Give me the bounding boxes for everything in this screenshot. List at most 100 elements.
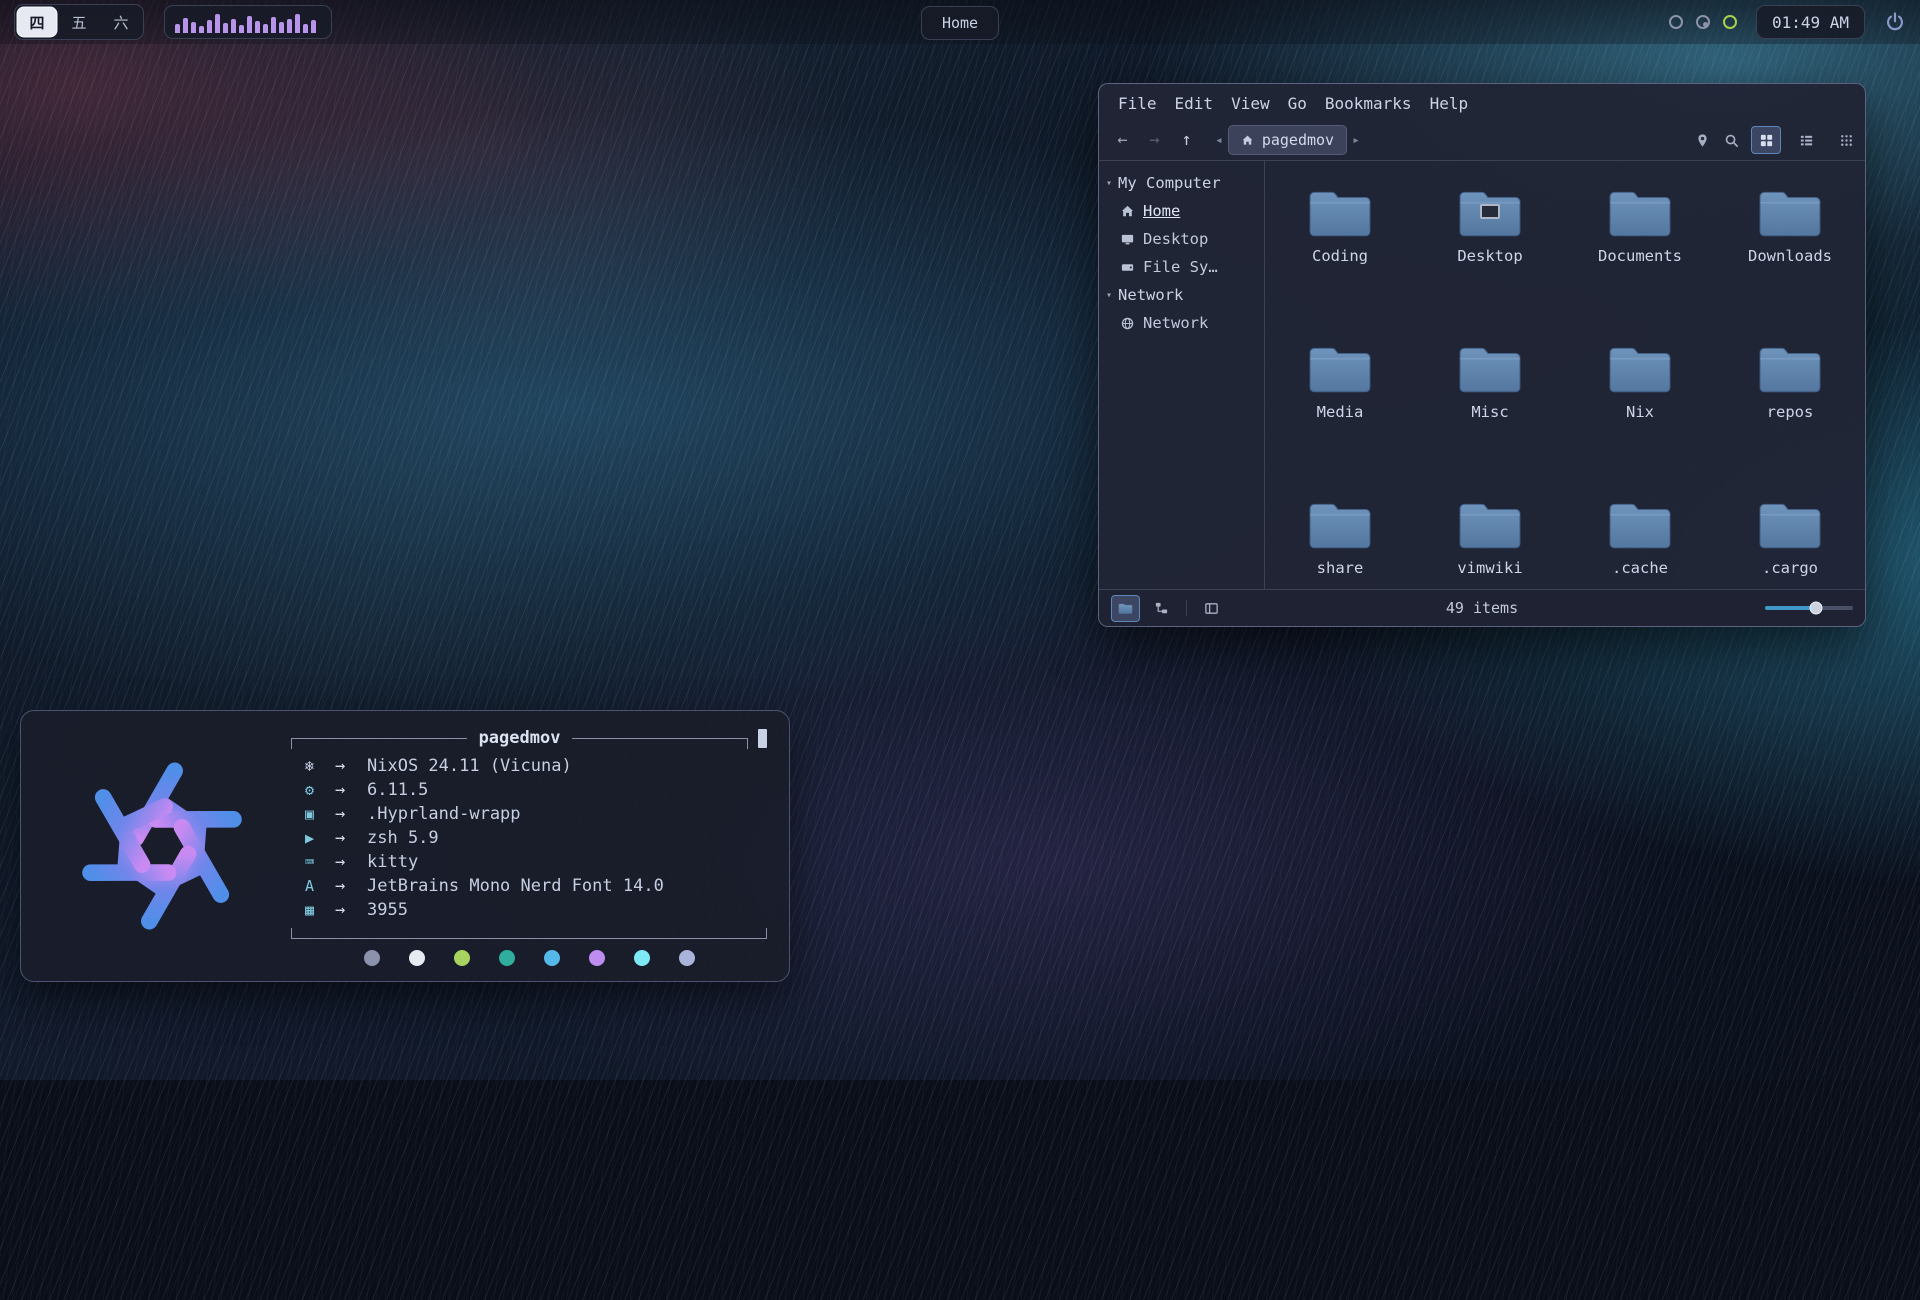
palette-dot bbox=[499, 950, 515, 966]
folder-icon bbox=[1757, 187, 1823, 239]
workspace-button[interactable]: 五 bbox=[60, 8, 98, 36]
apps-grid-icon[interactable] bbox=[1837, 131, 1855, 149]
folder-repos[interactable]: repos bbox=[1715, 331, 1865, 487]
fetch-value: JetBrains Mono Nerd Font 14.0 bbox=[367, 876, 664, 896]
menu-item-view[interactable]: View bbox=[1222, 92, 1279, 115]
folder-icon bbox=[1457, 499, 1523, 551]
status-separator bbox=[1186, 600, 1187, 616]
folder-label: vimwiki bbox=[1457, 559, 1522, 577]
sidebar-section-my-computer[interactable]: ▾My Computer bbox=[1099, 169, 1264, 197]
menu-item-help[interactable]: Help bbox=[1421, 92, 1478, 115]
folder-downloads[interactable]: Downloads bbox=[1715, 175, 1865, 331]
visualizer-bar bbox=[231, 19, 236, 33]
file-grid: Coding DesktopDocumentsDownloads Media Misc… bbox=[1265, 161, 1865, 589]
show-folders-button[interactable] bbox=[1111, 595, 1140, 622]
toolbar: ← → ↑ ◂ pagedmov ▸ bbox=[1099, 120, 1865, 160]
folder-label: Coding bbox=[1312, 247, 1368, 265]
menu-item-go[interactable]: Go bbox=[1279, 92, 1316, 115]
list-view-button[interactable] bbox=[1792, 127, 1820, 153]
drive-icon bbox=[1120, 260, 1135, 275]
arrow-icon: → bbox=[331, 780, 367, 800]
globe-icon bbox=[1120, 316, 1135, 331]
workspace-button[interactable]: 六 bbox=[102, 8, 140, 36]
fetch-line: ▦→3955 bbox=[305, 898, 767, 922]
box-corner bbox=[291, 928, 300, 939]
tray-circle-icon[interactable] bbox=[1669, 15, 1683, 29]
fetch-value: 3955 bbox=[367, 900, 408, 920]
icon-view-button[interactable] bbox=[1751, 126, 1781, 154]
status-bar: 49 items bbox=[1099, 589, 1865, 626]
menu-item-edit[interactable]: Edit bbox=[1166, 92, 1223, 115]
zoom-slider[interactable] bbox=[1765, 590, 1853, 626]
fetch-value: 6.11.5 bbox=[367, 780, 428, 800]
power-icon[interactable] bbox=[1884, 11, 1906, 33]
font-icon: A bbox=[305, 877, 331, 895]
fetch-value: NixOS 24.11 (Vicuna) bbox=[367, 756, 572, 776]
folder-label: Misc bbox=[1471, 403, 1508, 421]
home-icon bbox=[1120, 204, 1135, 219]
arrow-icon: → bbox=[331, 804, 367, 824]
fetch-line: ❄→NixOS 24.11 (Vicuna) bbox=[305, 754, 767, 778]
active-window-title: Home bbox=[921, 6, 999, 40]
palette-dot bbox=[454, 950, 470, 966]
fetch-value: .Hyprland-wrapp bbox=[367, 804, 521, 824]
fetch-line: ⌨→kitty bbox=[305, 850, 767, 874]
zoom-slider-track[interactable] bbox=[1765, 606, 1853, 610]
fetch-bottom-row bbox=[291, 925, 767, 939]
visualizer-bar bbox=[303, 24, 308, 33]
folder-icon bbox=[1307, 187, 1373, 239]
home-icon bbox=[1241, 134, 1254, 147]
visualizer-bar bbox=[183, 18, 188, 33]
fetch-output: pagedmov ❄→NixOS 24.11 (Vicuna)⚙→6.11.5▣… bbox=[281, 725, 767, 967]
folder-media[interactable]: Media bbox=[1265, 331, 1415, 487]
workspace-button[interactable]: 四 bbox=[18, 8, 56, 36]
kernel-icon: ⚙ bbox=[305, 781, 331, 799]
visualizer-bar bbox=[191, 22, 196, 33]
menu-item-file[interactable]: File bbox=[1109, 92, 1166, 115]
zoom-slider-handle[interactable] bbox=[1810, 602, 1823, 615]
folder-desktop[interactable]: Desktop bbox=[1415, 175, 1565, 331]
sidebar-item-label: Desktop bbox=[1143, 230, 1208, 248]
visualizer-bar bbox=[175, 24, 180, 33]
location-pin-icon[interactable] bbox=[1693, 131, 1711, 149]
search-icon[interactable] bbox=[1722, 131, 1740, 149]
sidebar-item-desktop[interactable]: Desktop bbox=[1099, 225, 1264, 253]
side-pane-toggle-button[interactable] bbox=[1198, 596, 1225, 621]
folder-icon bbox=[1757, 343, 1823, 395]
forward-button[interactable]: → bbox=[1141, 127, 1168, 153]
chevron-down-icon: ▾ bbox=[1106, 178, 1112, 189]
folder-nix[interactable]: Nix bbox=[1565, 331, 1715, 487]
palette-dot bbox=[634, 950, 650, 966]
tray-idle-icon[interactable] bbox=[1696, 15, 1710, 29]
folder-coding[interactable]: Coding bbox=[1265, 175, 1415, 331]
audio-visualizer bbox=[164, 5, 332, 39]
tray-status-icon[interactable] bbox=[1723, 15, 1737, 29]
folder-label: repos bbox=[1767, 403, 1814, 421]
back-button[interactable]: ← bbox=[1109, 127, 1136, 153]
folder-icon bbox=[1307, 499, 1373, 551]
packages-icon: ▦ bbox=[305, 901, 331, 919]
tree-view-button[interactable] bbox=[1148, 596, 1175, 621]
fetch-title-row: pagedmov bbox=[291, 727, 767, 751]
folder-label: .cargo bbox=[1762, 559, 1818, 577]
menu-item-bookmarks[interactable]: Bookmarks bbox=[1316, 92, 1421, 115]
breadcrumb-prev-icon[interactable]: ◂ bbox=[1213, 133, 1225, 148]
color-palette bbox=[291, 950, 767, 966]
folder-documents[interactable]: Documents bbox=[1565, 175, 1715, 331]
sidebar-item-network[interactable]: Network bbox=[1099, 309, 1264, 337]
terminal-cursor bbox=[758, 729, 767, 748]
sidebar-item-home[interactable]: Home bbox=[1099, 197, 1264, 225]
topbar-right: 01:49 AM bbox=[1669, 5, 1906, 39]
sidebar: ▾My ComputerHome Desktop File Sy…▾NetworkN… bbox=[1099, 161, 1265, 589]
fetch-value: kitty bbox=[367, 852, 418, 872]
breadcrumb[interactable]: pagedmov bbox=[1228, 125, 1347, 155]
up-button[interactable]: ↑ bbox=[1173, 127, 1200, 153]
visualizer-bar bbox=[263, 24, 268, 33]
shell-icon: ▶ bbox=[305, 829, 331, 847]
arrow-icon: → bbox=[331, 852, 367, 872]
folder-misc[interactable]: Misc bbox=[1415, 331, 1565, 487]
sidebar-item-file-sy[interactable]: File Sy… bbox=[1099, 253, 1264, 281]
sidebar-section-network[interactable]: ▾Network bbox=[1099, 281, 1264, 309]
breadcrumb-next-icon[interactable]: ▸ bbox=[1350, 133, 1362, 148]
fetch-line: ⚙→6.11.5 bbox=[305, 778, 767, 802]
